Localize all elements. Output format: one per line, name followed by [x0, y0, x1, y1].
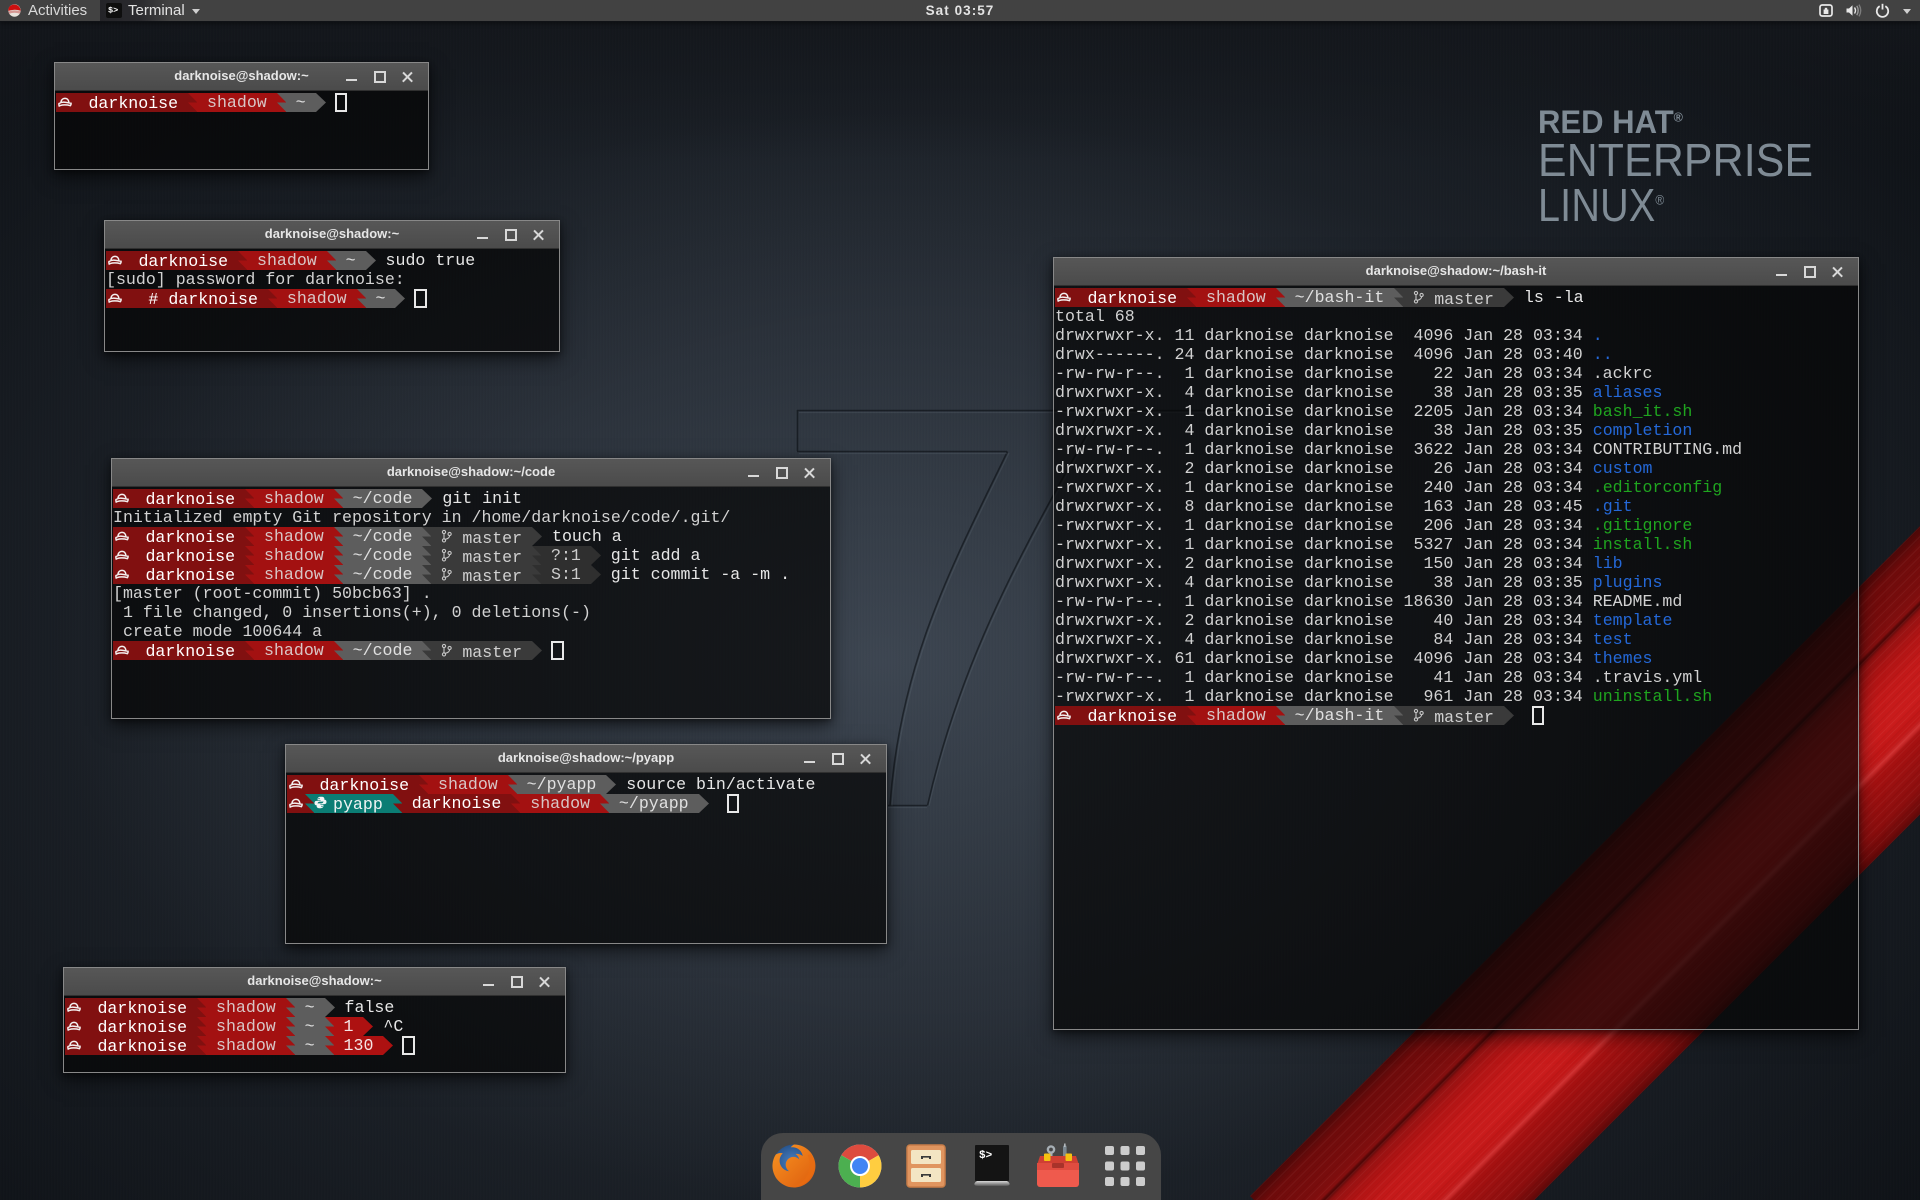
svg-text:$>: $> — [979, 1150, 993, 1162]
